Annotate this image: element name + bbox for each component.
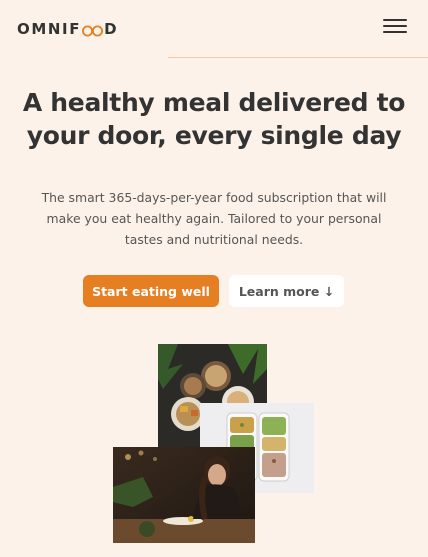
logo-text-right: D [104, 20, 119, 38]
learn-more-button[interactable]: Learn more ↓ [229, 275, 344, 307]
hamburger-menu-icon[interactable] [383, 19, 407, 37]
header-divider [168, 57, 428, 58]
hero-title: A healthy meal delivered to your door, e… [22, 88, 406, 150]
start-eating-well-button[interactable]: Start eating well [83, 275, 219, 307]
omnifood-logo[interactable]: OMNIF D [17, 20, 118, 38]
site-header: OMNIF D [0, 0, 428, 58]
logo-text-left: OMNIF [17, 20, 82, 38]
hero-description: The smart 365-days-per-year food subscri… [41, 190, 387, 247]
woman-eating-photo [113, 447, 255, 543]
infinity-oo-icon [82, 23, 104, 37]
